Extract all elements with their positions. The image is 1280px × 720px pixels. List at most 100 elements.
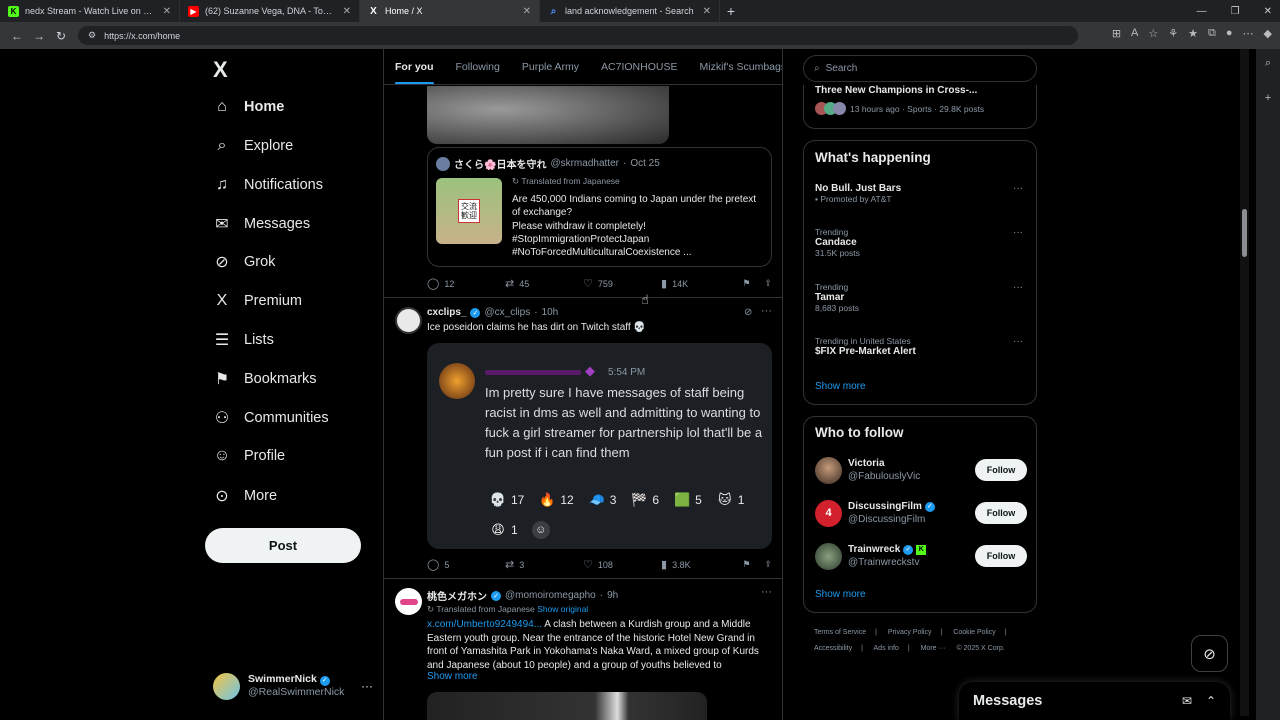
trend-item[interactable]: Trending Tamar 8,683 posts ··· <box>815 282 1027 313</box>
follow-button[interactable]: Follow <box>975 502 1027 524</box>
post-button[interactable]: Post <box>205 528 361 563</box>
follow-button[interactable]: Follow <box>975 545 1027 567</box>
reaction-fire[interactable]: 🔥 12 <box>538 491 573 509</box>
reaction-flag[interactable]: 🏁 6 <box>630 491 659 509</box>
tab-for-you[interactable]: For you <box>384 49 445 84</box>
more-icon[interactable]: ··· <box>1013 183 1023 194</box>
trending-card[interactable]: Three New Champions in Cross-... 13 hour… <box>803 85 1037 129</box>
reply-button[interactable]: ◯ 12 <box>427 277 505 290</box>
collections-icon[interactable]: ⧉ <box>1208 27 1216 40</box>
close-icon[interactable]: ✕ <box>523 6 531 17</box>
add-icon[interactable]: + <box>1256 92 1280 104</box>
more-icon[interactable]: ··· <box>1013 227 1023 238</box>
author-name[interactable]: cxclips_ <box>427 307 466 318</box>
trend-item[interactable]: Trending in United States $FIX Pre-Marke… <box>815 336 1027 357</box>
footer-link[interactable]: Cookie Policy <box>953 629 995 636</box>
show-more-link[interactable]: Show more <box>427 671 478 682</box>
nav-home[interactable]: ⌂ Home <box>213 94 284 120</box>
reaction-green[interactable]: 🟩 5 <box>673 491 702 509</box>
reaction-weary[interactable]: 😩 1 <box>489 521 517 539</box>
share-icon[interactable]: ⇪ <box>764 559 772 570</box>
more-icon[interactable]: ··· <box>761 586 772 598</box>
tweet-time[interactable]: 9h <box>607 590 618 601</box>
url-input[interactable]: ⚙ https://x.com/home <box>78 26 1078 45</box>
reaction-cat[interactable]: 🐱 1 <box>716 491 744 509</box>
grok-icon[interactable]: ⊘ <box>744 307 752 318</box>
nav-bookmarks[interactable]: ⚑ Bookmarks <box>213 366 317 392</box>
add-reaction-icon[interactable]: ☺ <box>531 521 550 539</box>
quoted-image[interactable]: 交流 歓迎 <box>436 178 502 244</box>
like-button[interactable]: ♡ 759 <box>583 277 661 290</box>
scrollbar-thumb[interactable] <box>1242 209 1247 257</box>
restore-icon[interactable]: ❐ <box>1231 6 1240 17</box>
site-info-icon[interactable]: ⚙ <box>88 30 96 41</box>
reaction-skull[interactable]: 💀 17 <box>489 491 524 509</box>
nav-profile[interactable]: ☺ Profile <box>213 443 285 469</box>
expand-icon[interactable]: ⌃ <box>1206 694 1216 708</box>
browser-tab-kick[interactable]: K nedx Stream - Watch Live on Kick ✕ <box>0 0 180 22</box>
grok-button[interactable]: ⊘ <box>1191 635 1228 672</box>
nav-more[interactable]: ⊙ More <box>213 483 277 509</box>
author-handle[interactable]: @momoiromegapho <box>505 590 596 601</box>
tweet-media-screenshot[interactable]: ◆ 5:54 PM Im pretty sure I have messages… <box>427 343 772 549</box>
new-tab-button[interactable]: + <box>720 3 742 19</box>
show-more-link[interactable]: Show more <box>815 589 866 600</box>
more-icon[interactable]: ··· <box>1013 336 1023 347</box>
close-window-icon[interactable]: ✕ <box>1264 6 1272 17</box>
search-icon[interactable]: ⌕ <box>1256 57 1280 70</box>
account-switcher[interactable]: SwimmerNick ✓ @RealSwimmerNick ··· <box>213 671 373 701</box>
views-button[interactable]: ▮ 3.8K <box>661 558 739 571</box>
footer-link[interactable]: Privacy Policy <box>888 629 932 636</box>
close-icon[interactable]: ✕ <box>163 6 171 17</box>
copilot-icon[interactable]: ◆ <box>1264 27 1272 40</box>
footer-link[interactable]: Accessibility <box>814 645 852 652</box>
footer-link[interactable]: Ads info <box>874 645 899 652</box>
trend-item[interactable]: Trending Candace 31.5K posts ··· <box>815 227 1027 258</box>
nav-explore[interactable]: ⌕ Explore <box>213 133 294 159</box>
favorites-icon[interactable]: ★ <box>1188 27 1198 40</box>
author-name[interactable]: 桃色メガホン <box>427 588 487 603</box>
avatar[interactable] <box>395 588 422 615</box>
tweet-time[interactable]: 10h <box>542 307 559 318</box>
nav-notifications[interactable]: ♫ Notifications <box>213 172 323 198</box>
tab-purple-army[interactable]: Purple Army <box>511 49 590 84</box>
browser-tab-x[interactable]: X Home / X ✕ <box>360 0 540 22</box>
trend-item[interactable]: No Bull. Just Bars ▪ Promoted by AT&T ··… <box>815 183 1027 204</box>
new-message-icon[interactable]: ✉ <box>1182 694 1192 708</box>
more-icon[interactable]: ··· <box>361 679 373 693</box>
read-aloud-icon[interactable]: A <box>1131 27 1138 40</box>
reaction-cap[interactable]: 🧢 3 <box>588 491 617 509</box>
like-button[interactable]: ♡ 108 <box>583 558 661 571</box>
tab-ac7ionhouse[interactable]: AC7IONHOUSE <box>590 49 688 84</box>
nav-grok[interactable]: ⊘ Grok <box>213 249 275 275</box>
more-icon[interactable]: ··· <box>761 305 772 317</box>
nav-communities[interactable]: ⚇ Communities <box>213 405 329 431</box>
follow-suggestion[interactable]: 4 DiscussingFilm ✓ @DiscussingFilm Follow <box>815 498 1027 528</box>
minimize-icon[interactable]: — <box>1197 6 1207 17</box>
views-button[interactable]: ▮ 14K <box>661 277 739 290</box>
show-more-link[interactable]: Show more <box>815 381 866 392</box>
repost-button[interactable]: ⇄ 45 <box>505 277 583 290</box>
show-original-link[interactable]: Show original <box>537 604 588 614</box>
close-icon[interactable]: ✕ <box>343 6 351 17</box>
browser-tab-youtube[interactable]: ▶ (62) Suzanne Vega, DNA - Tom's D ✕ <box>180 0 360 22</box>
quoted-tweet[interactable]: さくら🌸日本を守れ @skrmadhatter · Oct 25 交流 歓迎 ↻… <box>427 147 772 267</box>
tweet-image[interactable] <box>427 692 707 720</box>
star-icon[interactable]: ☆ <box>1148 27 1158 40</box>
extensions-icon[interactable]: ⚘ <box>1168 27 1178 40</box>
share-icon[interactable]: ⇪ <box>764 278 772 289</box>
footer-link[interactable]: Terms of Service <box>814 629 866 636</box>
search-input[interactable]: ⌕ Search <box>803 55 1037 82</box>
repost-button[interactable]: ⇄ 3 <box>505 558 583 571</box>
reload-icon[interactable]: ↻ <box>50 29 72 43</box>
follow-suggestion[interactable]: Victoria @FabulouslyVic Follow <box>815 455 1027 485</box>
tweet-link[interactable]: x.com/Umberto9249494... <box>427 619 542 630</box>
bookmark-icon[interactable]: ⚑ <box>742 278 750 289</box>
page-scrollbar[interactable] <box>1240 49 1249 716</box>
app-icon[interactable]: ⊞ <box>1112 27 1121 40</box>
messages-drawer[interactable]: Messages ✉ ⌃ <box>959 682 1230 720</box>
forward-icon[interactable]: → <box>28 29 50 43</box>
tweet-image[interactable] <box>427 86 669 144</box>
author-handle[interactable]: @cx_clips <box>484 307 530 318</box>
tab-following[interactable]: Following <box>445 49 511 84</box>
